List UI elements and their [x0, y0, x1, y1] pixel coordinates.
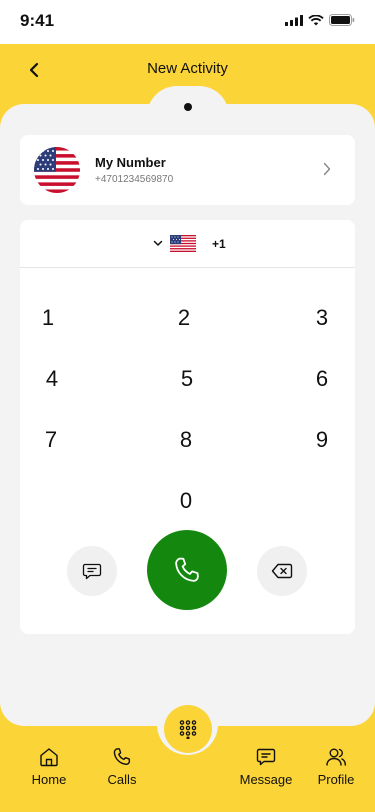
- us-flag-icon: [34, 147, 80, 193]
- country-select[interactable]: [153, 235, 196, 252]
- key-5[interactable]: 5: [157, 359, 217, 399]
- key-4[interactable]: 4: [22, 359, 82, 399]
- my-number-title: My Number: [95, 155, 166, 170]
- key-3[interactable]: 3: [292, 298, 352, 338]
- nav-home[interactable]: Home: [19, 746, 79, 787]
- my-number-card[interactable]: My Number +4701234569870: [20, 135, 355, 205]
- backspace-button[interactable]: [257, 546, 307, 596]
- wifi-icon: [308, 14, 324, 25]
- key-8[interactable]: 8: [156, 420, 216, 460]
- nav-profile-label: Profile: [317, 772, 355, 787]
- message-icon: [82, 563, 102, 580]
- dialer-card: +1 1 2 3 4 5 6 7 8 9 0: [20, 220, 355, 634]
- notch-dot: [184, 103, 192, 111]
- calls-icon: [113, 748, 131, 765]
- chevron-down-icon: [153, 240, 163, 246]
- message-icon: [256, 748, 276, 766]
- status-icons: [285, 14, 355, 26]
- key-7[interactable]: 7: [21, 420, 81, 460]
- battery-icon: [329, 14, 355, 26]
- dialpad-button[interactable]: [164, 705, 212, 753]
- profile-icon: [326, 748, 346, 766]
- home-icon: [40, 748, 58, 767]
- nav-message[interactable]: Message: [236, 746, 296, 787]
- status-time: 9:41: [20, 11, 55, 30]
- nav-message-label: Message: [239, 772, 293, 787]
- status-bar: 9:41: [0, 0, 375, 44]
- my-number-value: +4701234569870: [95, 174, 174, 185]
- dialpad-icon: [179, 720, 197, 739]
- signal-icon: [285, 14, 303, 26]
- us-flag-icon: [170, 235, 196, 252]
- nav-calls-label: Calls: [107, 772, 137, 787]
- nav-profile[interactable]: Profile: [306, 746, 366, 787]
- phone-icon: [175, 557, 199, 582]
- country-code: +1: [212, 237, 226, 251]
- page-title: New Activity: [147, 60, 228, 77]
- chevron-right-icon: [323, 162, 331, 176]
- country-row: +1: [20, 220, 355, 268]
- nav-home-label: Home: [31, 772, 67, 787]
- key-0[interactable]: 0: [156, 481, 216, 521]
- key-2[interactable]: 2: [154, 298, 214, 338]
- key-6[interactable]: 6: [292, 359, 352, 399]
- key-1[interactable]: 1: [18, 298, 78, 338]
- backspace-icon: [271, 563, 293, 579]
- nav-calls[interactable]: Calls: [92, 746, 152, 787]
- call-button[interactable]: [147, 530, 227, 610]
- message-button[interactable]: [67, 546, 117, 596]
- key-9[interactable]: 9: [292, 420, 352, 460]
